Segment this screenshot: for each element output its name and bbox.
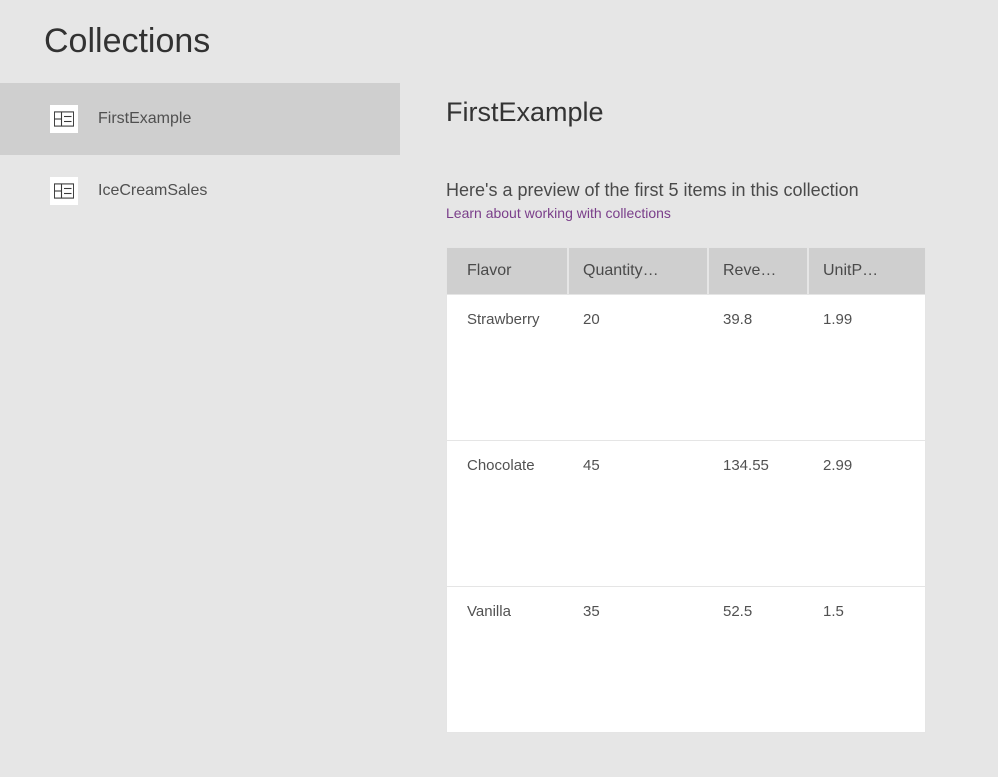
- collection-title: FirstExample: [446, 97, 968, 128]
- sidebar-item-label: IceCreamSales: [98, 182, 207, 200]
- cell-flavor: Strawberry: [447, 311, 569, 440]
- collection-icon: [50, 177, 78, 205]
- cell-revenue: 134.55: [709, 457, 809, 586]
- cell-revenue: 39.8: [709, 311, 809, 440]
- table-header-unitprice[interactable]: UnitP…: [809, 248, 905, 294]
- table-row[interactable]: Chocolate 45 134.55 2.99: [447, 440, 925, 586]
- cell-quantity: 20: [569, 311, 709, 440]
- cell-quantity: 45: [569, 457, 709, 586]
- page-title: Collections: [0, 0, 998, 83]
- main-panel: FirstExample Here's a preview of the fir…: [400, 83, 998, 764]
- collection-icon: [50, 105, 78, 133]
- table-row[interactable]: Vanilla 35 52.5 1.5: [447, 586, 925, 732]
- sidebar: FirstExample IceCreamSales: [0, 83, 400, 764]
- cell-unitprice: 1.5: [809, 603, 905, 732]
- sidebar-item-label: FirstExample: [98, 110, 191, 128]
- cell-unitprice: 2.99: [809, 457, 905, 586]
- table-header-flavor[interactable]: Flavor: [447, 248, 569, 294]
- preview-text: Here's a preview of the first 5 items in…: [446, 180, 968, 201]
- table-header-row: Flavor Quantity… Reve… UnitP…: [447, 248, 925, 294]
- table-row[interactable]: Strawberry 20 39.8 1.99: [447, 294, 925, 440]
- cell-revenue: 52.5: [709, 603, 809, 732]
- cell-flavor: Chocolate: [447, 457, 569, 586]
- data-table: Flavor Quantity… Reve… UnitP… Strawberry…: [446, 247, 926, 733]
- table-header-revenue[interactable]: Reve…: [709, 248, 809, 294]
- cell-unitprice: 1.99: [809, 311, 905, 440]
- sidebar-item-icecreamsales[interactable]: IceCreamSales: [0, 155, 400, 227]
- table-header-quantity[interactable]: Quantity…: [569, 248, 709, 294]
- cell-quantity: 35: [569, 603, 709, 732]
- learn-link[interactable]: Learn about working with collections: [446, 205, 968, 221]
- sidebar-item-firstexample[interactable]: FirstExample: [0, 83, 400, 155]
- cell-flavor: Vanilla: [447, 603, 569, 732]
